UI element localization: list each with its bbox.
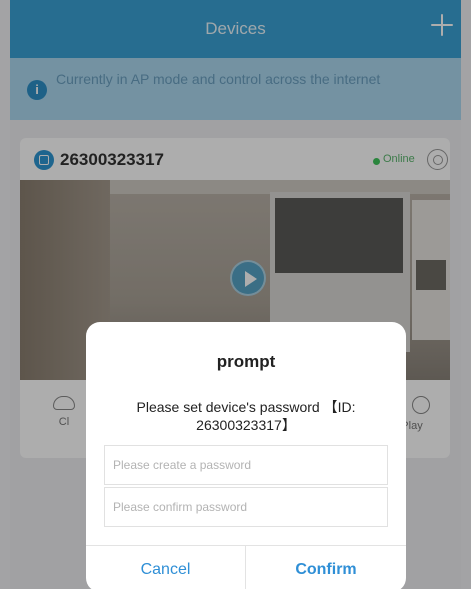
dialog-title: prompt (216, 352, 276, 371)
password-dialog: prompt Please set device's password 【ID:… (86, 322, 406, 589)
confirm-password-input[interactable] (104, 487, 388, 527)
cancel-button[interactable]: Cancel (86, 546, 246, 589)
dialog-buttons: Cancel Confirm (86, 545, 406, 589)
confirm-button[interactable]: Confirm (246, 546, 406, 589)
password-input[interactable] (104, 445, 388, 485)
dialog-message: Please set device's password 【ID: 263003… (136, 399, 356, 433)
